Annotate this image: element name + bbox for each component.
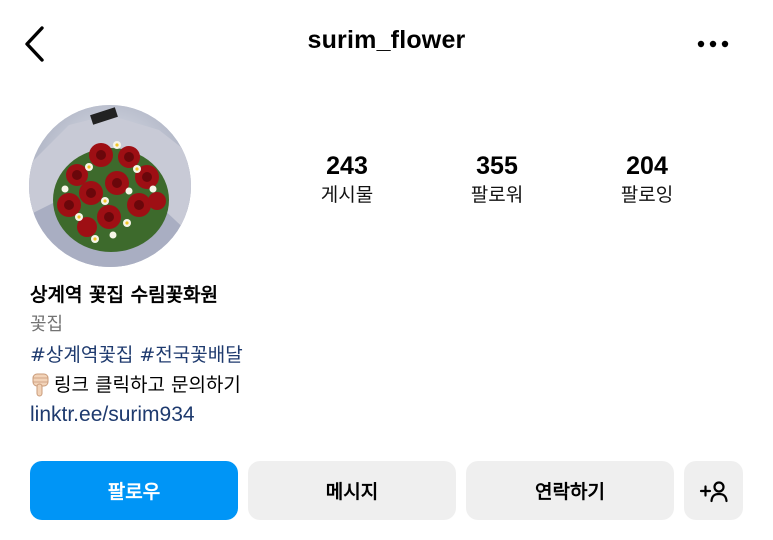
follow-button[interactable]: 팔로우 bbox=[30, 461, 238, 520]
follow-button-label: 팔로우 bbox=[107, 481, 161, 503]
posts-stat[interactable]: 243 게시물 bbox=[287, 152, 407, 210]
followers-stat[interactable]: 355 팔로워 bbox=[437, 152, 557, 210]
category-label: 꽃집 bbox=[30, 314, 64, 335]
contact-button[interactable]: 연락하기 bbox=[466, 461, 674, 520]
following-count: 204 bbox=[626, 152, 668, 180]
profile-avatar[interactable] bbox=[29, 105, 191, 267]
profile-bio: 상계역 꽃집 수림꽃화원 꽃집 #상계역꽃집 #전국꽃배달 링크 클릭하고 문의… bbox=[30, 280, 630, 430]
suggested-accounts-button[interactable] bbox=[684, 461, 743, 520]
pointing-hand-icon bbox=[32, 373, 49, 397]
add-person-icon bbox=[699, 480, 728, 502]
more-horizontal-icon bbox=[697, 40, 729, 48]
more-options-button[interactable] bbox=[696, 36, 730, 52]
followers-count: 355 bbox=[476, 152, 518, 180]
following-stat[interactable]: 204 팔로잉 bbox=[587, 152, 707, 210]
contact-button-label: 연락하기 bbox=[535, 481, 605, 503]
flower-bouquet-image bbox=[29, 105, 191, 267]
message-button[interactable]: 메시지 bbox=[248, 461, 456, 520]
followers-label: 팔로워 bbox=[470, 184, 524, 206]
posts-count: 243 bbox=[326, 152, 368, 180]
profile-username: surim_flower bbox=[307, 26, 466, 54]
posts-label: 게시물 bbox=[320, 184, 374, 206]
top-bar: surim_flower bbox=[0, 0, 773, 90]
hashtag-link[interactable]: #전국꽃배달 bbox=[139, 344, 242, 366]
profile-link[interactable]: linktr.ee/surim934 bbox=[30, 400, 630, 430]
display-name: 상계역 꽃집 수림꽃화원 bbox=[30, 284, 219, 306]
hashtag-line: #상계역꽃집 #전국꽃배달 bbox=[30, 340, 630, 370]
bio-text-line: 링크 클릭하고 문의하기 bbox=[30, 370, 630, 400]
following-label: 팔로잉 bbox=[620, 184, 674, 206]
hashtag-link[interactable]: #상계역꽃집 bbox=[30, 344, 133, 366]
message-button-label: 메시지 bbox=[325, 481, 379, 503]
bio-text: 링크 클릭하고 문의하기 bbox=[54, 374, 241, 396]
